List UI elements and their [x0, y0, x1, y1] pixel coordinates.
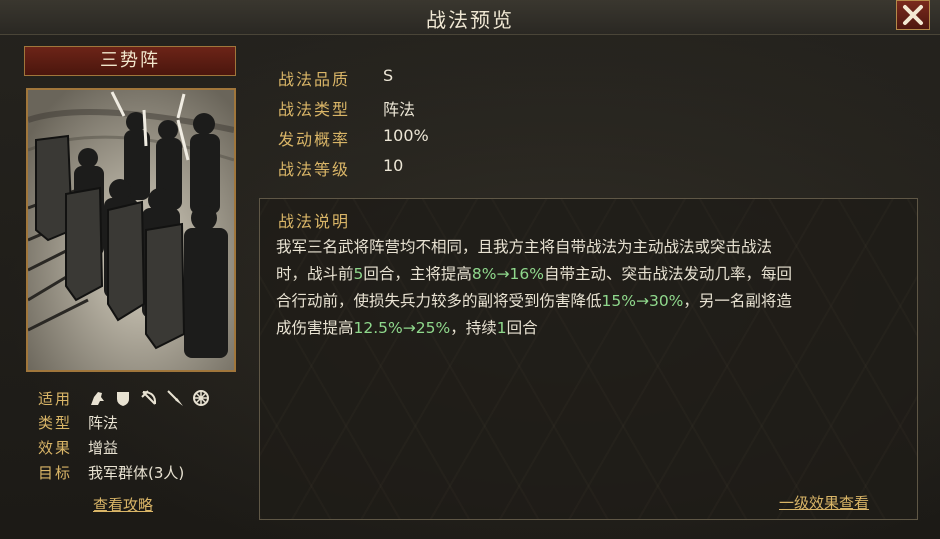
description-line: 时，战斗前5回合，主将提高8%→16%自带主动、突击战法发动几率，每回	[276, 265, 792, 283]
highlight-value: 5	[353, 265, 364, 283]
close-button[interactable]	[896, 0, 930, 30]
shield-icon	[114, 389, 132, 407]
level-effect-link[interactable]: 一级效果查看	[779, 492, 869, 513]
highlight-value: 12.5%→25%	[353, 319, 451, 337]
description-text: 我军三名武将阵营均不相同，且我方主将自带战法为主动战法或突击战法 时，战斗前5回…	[276, 234, 906, 342]
bow-icon	[140, 389, 158, 407]
stat-value: 阵法	[383, 100, 416, 119]
stat-value: S	[383, 66, 394, 85]
target-label: 目标	[38, 464, 73, 482]
highlight-value: 15%→30%	[601, 292, 684, 310]
siege-icon	[192, 389, 210, 407]
tactic-card-art	[26, 88, 236, 372]
stat-value: 10	[383, 156, 404, 175]
stat-label: 战法品质	[278, 70, 351, 89]
stat-label: 发动概率	[278, 130, 351, 149]
target-value: 我军群体(3人)	[88, 464, 185, 482]
effect-label: 效果	[38, 439, 73, 457]
tactic-name-banner: 三势阵	[24, 46, 236, 76]
page-title: 战法预览	[426, 8, 514, 32]
cavalry-icon	[88, 389, 106, 407]
description-line: 我军三名武将阵营均不相同，且我方主将自带战法为主动战法或突击战法	[276, 238, 773, 256]
spear-icon	[166, 389, 184, 407]
description-title: 战法说明	[278, 212, 351, 231]
header-bar: 战法预览	[0, 0, 940, 35]
stat-label: 战法等级	[278, 160, 351, 179]
highlight-value: 8%→16%	[471, 265, 544, 283]
soldiers-illustration	[28, 90, 234, 370]
view-guide-link[interactable]: 查看攻略	[93, 494, 153, 515]
close-icon	[903, 5, 923, 25]
highlight-value: 1	[496, 319, 507, 337]
effect-value: 增益	[88, 439, 119, 457]
description-line: 合行动前，使损失兵力较多的副将受到伤害降低15%→30%，另一名副将造	[276, 292, 792, 310]
fit-icons	[88, 389, 210, 409]
fit-label: 适用	[38, 390, 73, 408]
type-value: 阵法	[88, 414, 119, 432]
description-line: 成伤害提高12.5%→25%，持续1回合	[276, 319, 538, 337]
stat-value: 100%	[383, 126, 429, 145]
type-label: 类型	[38, 414, 73, 432]
stat-label: 战法类型	[278, 100, 351, 119]
